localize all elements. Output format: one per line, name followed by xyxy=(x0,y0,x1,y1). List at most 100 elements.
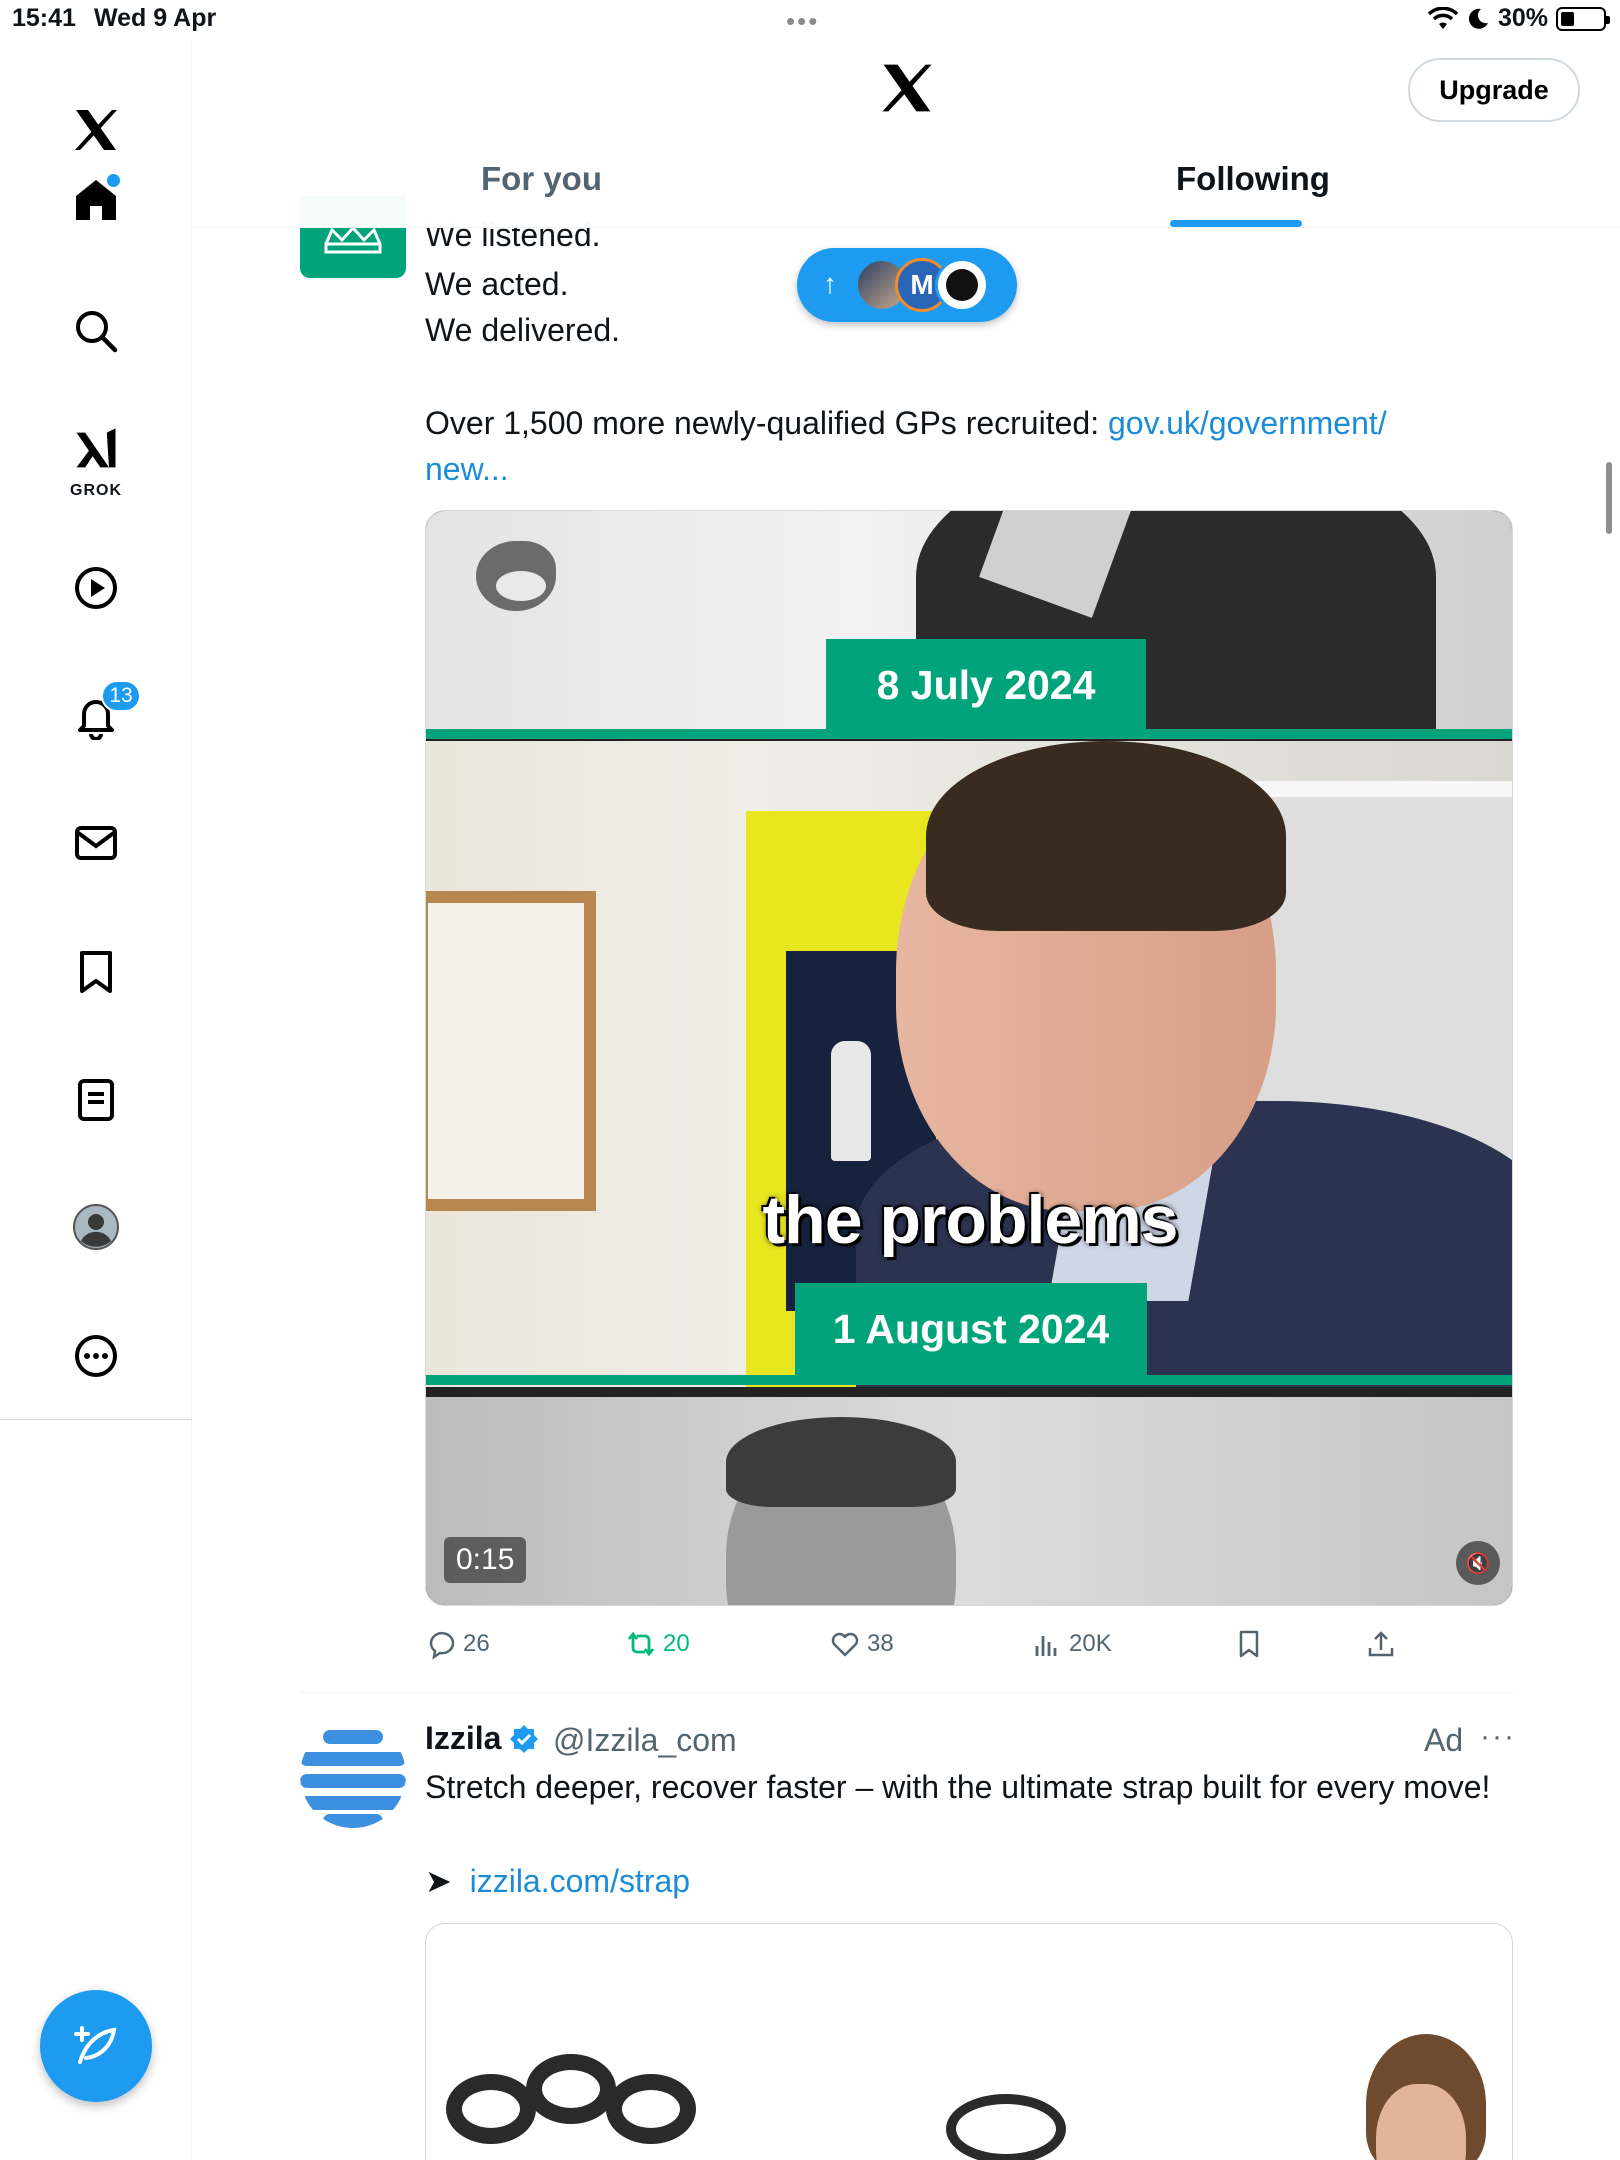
grok-label: GROK xyxy=(70,482,122,499)
sidebar-item-more[interactable] xyxy=(56,1316,136,1396)
battery-icon xyxy=(1556,6,1610,31)
sidebar: GROK 13 xyxy=(0,40,192,2160)
new-posts-dot xyxy=(107,174,120,187)
sidebar-item-video[interactable] xyxy=(56,548,136,628)
logo-stripe xyxy=(300,1752,406,1766)
ad-label: Ad xyxy=(1424,1722,1464,1758)
grok-icon xyxy=(76,428,116,468)
tab-for-you[interactable]: For you xyxy=(481,160,602,198)
status-bar: 15:41 Wed 9 Apr ••• 30% xyxy=(0,0,1620,40)
x-logo-icon xyxy=(75,110,117,150)
mute-icon[interactable]: 🔇 xyxy=(1456,1541,1500,1585)
battery-percent: 30% xyxy=(1497,4,1548,32)
reply-icon xyxy=(429,1631,455,1660)
play-icon xyxy=(75,567,117,609)
wall-frame xyxy=(426,891,596,1211)
search-icon xyxy=(76,311,118,353)
arrow-up-icon: ↑ xyxy=(823,268,837,299)
sidebar-item-home[interactable] xyxy=(56,160,136,240)
tweet-body: Over 1,500 more newly-qualified GPs recr… xyxy=(425,400,1505,492)
ad-author[interactable]: Izzila xyxy=(425,1720,539,1757)
teal-divider xyxy=(426,729,1512,739)
sidebar-item-messages[interactable] xyxy=(56,803,136,883)
more-icon xyxy=(75,1335,117,1377)
pill-avatar xyxy=(935,258,989,312)
arrow-right-icon: ➤ xyxy=(425,1863,452,1899)
like-count: 38 xyxy=(867,1630,894,1657)
retweet-icon xyxy=(627,1631,655,1657)
tweet-link[interactable]: new... xyxy=(425,451,509,487)
reply-count: 26 xyxy=(463,1630,490,1657)
views-chart-icon xyxy=(1035,1636,1057,1656)
wifi-icon xyxy=(1427,6,1458,29)
crown-icon xyxy=(324,226,382,254)
sidebar-item-profile[interactable] xyxy=(56,1187,136,1267)
mail-icon xyxy=(75,826,117,860)
strap-loop xyxy=(946,2094,1066,2160)
sidebar-divider xyxy=(0,1419,192,1420)
bookmark-button[interactable] xyxy=(1233,1628,1265,1660)
logo-stripe xyxy=(300,1774,406,1788)
verified-badge-icon xyxy=(510,1724,539,1753)
tweet-video[interactable]: 8 July 2024 the problems 1 August 2024 0… xyxy=(425,510,1513,1606)
compose-button[interactable] xyxy=(40,1990,152,2102)
tweet-separator xyxy=(300,1692,1513,1693)
logo-stripe xyxy=(323,1814,383,1828)
new-posts-pill[interactable]: ↑ M xyxy=(797,248,1017,322)
strap-loop xyxy=(526,2054,616,2124)
hair-shape xyxy=(726,1417,956,1507)
retweet-button[interactable]: 20 xyxy=(625,1628,690,1660)
like-button[interactable]: 38 xyxy=(829,1628,894,1660)
sidebar-item-notifications[interactable]: 13 xyxy=(56,676,141,756)
bird-shape xyxy=(476,541,556,611)
status-indicators: 30% xyxy=(1427,4,1610,33)
sidebar-item-grok[interactable]: GROK xyxy=(56,420,136,500)
tweet-body-text: Over 1,500 more newly-qualified GPs recr… xyxy=(425,405,1108,441)
reply-button[interactable]: 26 xyxy=(425,1628,490,1660)
ad-text: Stretch deeper, recover faster – with th… xyxy=(425,1769,1491,1805)
figure-shape xyxy=(831,1041,871,1161)
active-tab-indicator xyxy=(1170,220,1302,227)
sidebar-item-bookmarks[interactable] xyxy=(56,932,136,1012)
date-label-bottom: 1 August 2024 xyxy=(795,1283,1147,1375)
tweet-link[interactable]: gov.uk/government/ xyxy=(1108,405,1387,441)
scrollbar-thumb[interactable] xyxy=(1606,462,1612,534)
tab-following[interactable]: Following xyxy=(1176,160,1330,198)
video-duration: 0:15 xyxy=(444,1537,527,1583)
video-caption: the problems xyxy=(762,1182,1179,1258)
sidebar-item-search[interactable] xyxy=(56,291,136,371)
hair-shape xyxy=(926,741,1286,931)
heart-icon xyxy=(831,1632,859,1657)
moon-icon xyxy=(1468,8,1488,29)
ad-link-line: ➤ izzila.com/strap xyxy=(425,1858,1505,1904)
more-options-icon[interactable]: ··· xyxy=(1480,1720,1516,1754)
list-icon xyxy=(78,1079,114,1121)
share-icon xyxy=(1368,1631,1394,1657)
tweet-actions: 26 20 38 20K xyxy=(425,1628,1515,1678)
status-date: Wed 9 Apr xyxy=(94,4,217,32)
strap-loop xyxy=(606,2074,696,2144)
notifications-badge: 13 xyxy=(101,680,141,712)
x-logo-sidebar[interactable] xyxy=(56,90,136,170)
teal-divider xyxy=(426,1375,1512,1385)
status-time: 15:41 xyxy=(12,4,76,32)
views-button[interactable]: 20K xyxy=(1031,1628,1112,1660)
ad-author-name: Izzila xyxy=(425,1720,502,1756)
ad-avatar[interactable] xyxy=(300,1722,406,1828)
ad-image[interactable] xyxy=(425,1923,1513,2160)
logo-stripe xyxy=(323,1730,383,1744)
ad-link[interactable]: izzila.com/strap xyxy=(470,1863,691,1899)
strap-loop xyxy=(446,2074,536,2144)
multitasking-dots-icon[interactable]: ••• xyxy=(786,6,819,37)
retweet-count: 20 xyxy=(663,1630,690,1657)
share-button[interactable] xyxy=(1365,1628,1397,1660)
x-logo-icon xyxy=(882,64,932,112)
sidebar-item-lists[interactable] xyxy=(56,1060,136,1140)
compose-feather-icon xyxy=(74,2026,117,2064)
video-panel-bottom xyxy=(426,1397,1512,1605)
views-count: 20K xyxy=(1069,1630,1112,1657)
upgrade-button[interactable]: Upgrade xyxy=(1408,58,1580,122)
date-label-top: 8 July 2024 xyxy=(826,639,1146,731)
timeline-header: Upgrade For you Following xyxy=(193,40,1620,228)
ad-handle[interactable]: @Izzila_com xyxy=(553,1722,737,1759)
